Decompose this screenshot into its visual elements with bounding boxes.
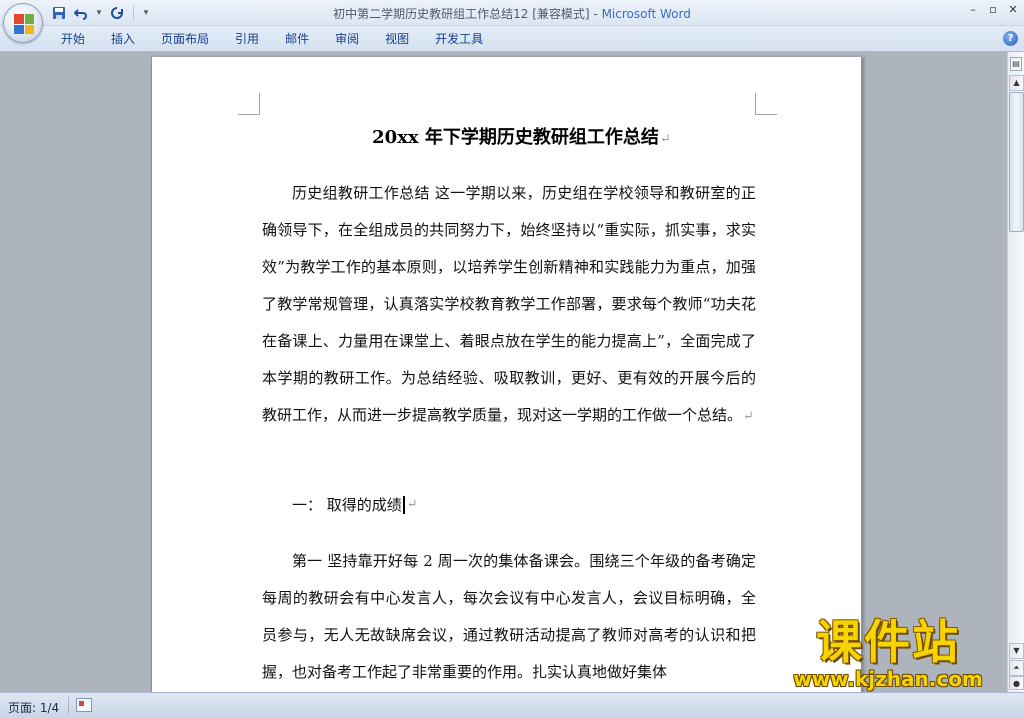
margin-corner-top-left xyxy=(238,93,260,115)
document-area[interactable]: 20xx 年下学期历史教研组工作总结↵ 历史组教研工作总结 这一学期以来，历史组… xyxy=(0,52,1007,692)
paragraph-mark: ↵ xyxy=(659,132,671,147)
tab-mailings[interactable]: 邮件 xyxy=(272,26,322,52)
tab-home[interactable]: 开始 xyxy=(48,26,98,52)
margin-corner-top-right xyxy=(755,93,777,115)
paragraph-mark: ↵ xyxy=(406,497,418,512)
vertical-scrollbar[interactable]: ▤ ▲ ▼ ⏶ ● xyxy=(1007,52,1024,692)
ribbon-tabs: 开始 插入 页面布局 引用 邮件 审阅 视图 开发工具 xyxy=(48,26,496,52)
view-ruler-icon[interactable]: ▤ xyxy=(1010,57,1022,71)
document-page[interactable]: 20xx 年下学期历史教研组工作总结↵ 历史组教研工作总结 这一学期以来，历史组… xyxy=(151,57,862,692)
scroll-down-icon[interactable]: ▼ xyxy=(1009,643,1024,659)
restore-icon[interactable]: ▫ xyxy=(986,2,1000,18)
body-paragraph-2: 第一 坚持靠开好每 2 周一次的集体备课会。围绕三个年级的备考确定每周的教研会有… xyxy=(262,543,756,691)
tab-developer[interactable]: 开发工具 xyxy=(422,26,496,52)
status-bar: 页面: 1/4 xyxy=(0,692,1024,718)
document-name: 初中第二学期历史教研组工作总结12 [兼容模式] xyxy=(333,7,590,21)
tab-review[interactable]: 审阅 xyxy=(322,26,372,52)
scroll-thumb[interactable] xyxy=(1009,92,1024,232)
proofing-status-icon[interactable] xyxy=(76,698,92,712)
window-controls: – ▫ ✕ xyxy=(966,2,1020,18)
office-logo-icon xyxy=(14,14,34,34)
previous-page-icon[interactable]: ⏶ xyxy=(1009,660,1024,676)
scroll-up-icon[interactable]: ▲ xyxy=(1009,75,1024,91)
ribbon-tab-bar: 开始 插入 页面布局 引用 邮件 审阅 视图 开发工具 ? xyxy=(0,26,1024,52)
paragraph-mark: ↵ xyxy=(743,409,754,424)
document-heading: 20xx 年下学期历史教研组工作总结↵ xyxy=(152,123,863,149)
window-title: 初中第二学期历史教研组工作总结12 [兼容模式] - Microsoft Wor… xyxy=(0,5,1024,22)
body-paragraph-1: 历史组教研工作总结 这一学期以来，历史组在学校领导和教研室的正确领导下，在全组成… xyxy=(262,175,756,435)
select-browse-object-icon[interactable]: ● xyxy=(1009,676,1024,690)
section-heading-1-text: 一： 取得的成绩 xyxy=(292,496,402,514)
tab-page-layout[interactable]: 页面布局 xyxy=(148,26,222,52)
watermark-title: 课件站 xyxy=(816,615,960,669)
tab-insert[interactable]: 插入 xyxy=(98,26,148,52)
title-separator: - xyxy=(589,7,602,21)
app-name: Microsoft Word xyxy=(601,7,691,21)
section-heading-1: 一： 取得的成绩 ↵ xyxy=(292,491,418,519)
tab-references[interactable]: 引用 xyxy=(222,26,272,52)
document-heading-text: 20xx 年下学期历史教研组工作总结 xyxy=(372,127,659,148)
tab-view[interactable]: 视图 xyxy=(372,26,422,52)
watermark: 课件站 www.kjzhan.com xyxy=(768,616,1008,694)
paragraph-1-text: 历史组教研工作总结 这一学期以来，历史组在学校领导和教研室的正确领导下，在全组成… xyxy=(262,184,756,424)
close-icon[interactable]: ✕ xyxy=(1006,2,1020,18)
title-bar: ▾ ▾ 初中第二学期历史教研组工作总结12 [兼容模式] - Microsoft… xyxy=(0,0,1024,43)
office-button[interactable] xyxy=(3,3,43,43)
paragraph-2-text: 第一 坚持靠开好每 2 周一次的集体备课会。围绕三个年级的备考确定每周的教研会有… xyxy=(262,552,756,681)
help-icon[interactable]: ? xyxy=(1003,31,1018,46)
minimize-icon[interactable]: – xyxy=(966,2,980,18)
page-indicator[interactable]: 页面: 1/4 xyxy=(8,699,59,716)
watermark-url: www.kjzhan.com xyxy=(793,667,983,691)
status-separator xyxy=(68,697,69,714)
text-cursor xyxy=(402,496,405,514)
